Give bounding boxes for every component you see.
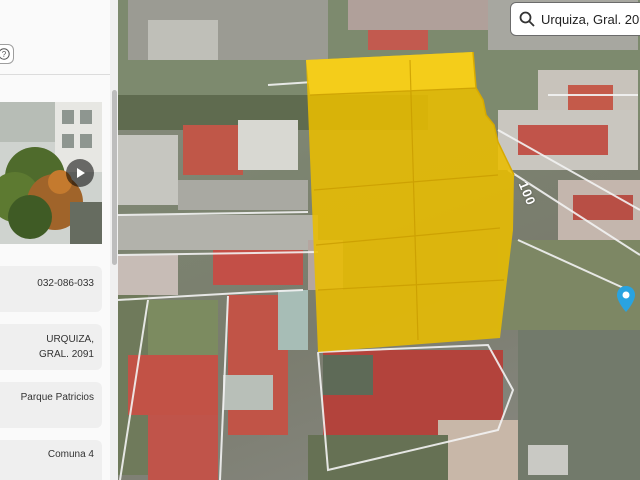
field-card-neighborhood: Parque Patricios	[0, 382, 102, 428]
help-icon: ?	[0, 48, 10, 60]
play-button[interactable]	[66, 159, 94, 187]
play-icon	[77, 168, 85, 178]
map-imagery	[118, 0, 640, 480]
parcel-info-panel: ? 032-086-033 URQUIZA, GRAL. 2091 Parque…	[0, 0, 118, 480]
search-query: Urquiza, Gral. 2091	[541, 11, 640, 27]
parcel-id-value: 032-086-033	[37, 278, 94, 289]
address-search-input[interactable]: Urquiza, Gral. 2091	[510, 2, 640, 36]
aerial-3d-map[interactable]: 100	[118, 0, 640, 480]
address-value: URQUIZA, GRAL. 2091	[38, 334, 94, 360]
search-icon	[519, 11, 535, 27]
commune-value: Comuna 4	[47, 449, 94, 460]
help-button[interactable]: ?	[0, 44, 14, 64]
field-card-commune: Comuna 4	[0, 440, 102, 480]
panel-scrollbar-thumb[interactable]	[112, 90, 117, 265]
field-card-parcel-id: 032-086-033	[0, 266, 102, 312]
location-pin-icon[interactable]	[616, 286, 636, 312]
neighborhood-value: Parque Patricios	[20, 392, 94, 403]
header-divider	[0, 74, 110, 75]
svg-text:?: ?	[2, 50, 7, 59]
field-card-address: URQUIZA, GRAL. 2091	[0, 324, 102, 370]
